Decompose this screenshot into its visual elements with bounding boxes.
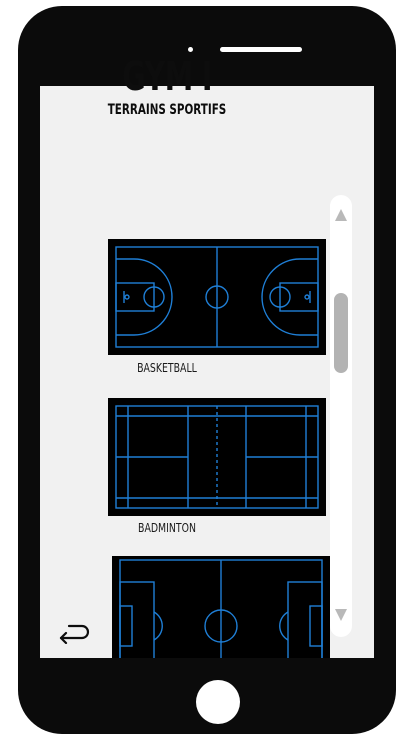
home-button[interactable] [196, 680, 240, 724]
page-title: GYM I [122, 54, 212, 100]
camera-dot [188, 47, 193, 52]
basketball-court-icon [115, 246, 319, 348]
court-card-soccer[interactable] [112, 556, 330, 658]
court-label-badminton: BADMINTON [138, 521, 196, 535]
scroll-up-arrow-icon[interactable] [335, 209, 347, 221]
court-card-badminton[interactable] [108, 398, 326, 516]
scroll-down-arrow-icon[interactable] [335, 609, 347, 621]
court-card-basketball[interactable] [108, 239, 326, 355]
back-button[interactable] [57, 620, 91, 645]
return-arrow-icon [59, 624, 90, 645]
speaker-grille [220, 47, 302, 52]
badminton-court-icon [115, 405, 319, 509]
scroll-thumb[interactable] [334, 293, 348, 373]
page-subtitle: TERRAINS SPORTIFS [107, 102, 227, 118]
court-label-basketball: BASKETBALL [137, 361, 197, 375]
soccer-field-icon [119, 559, 323, 658]
scrollbar[interactable] [330, 195, 352, 637]
